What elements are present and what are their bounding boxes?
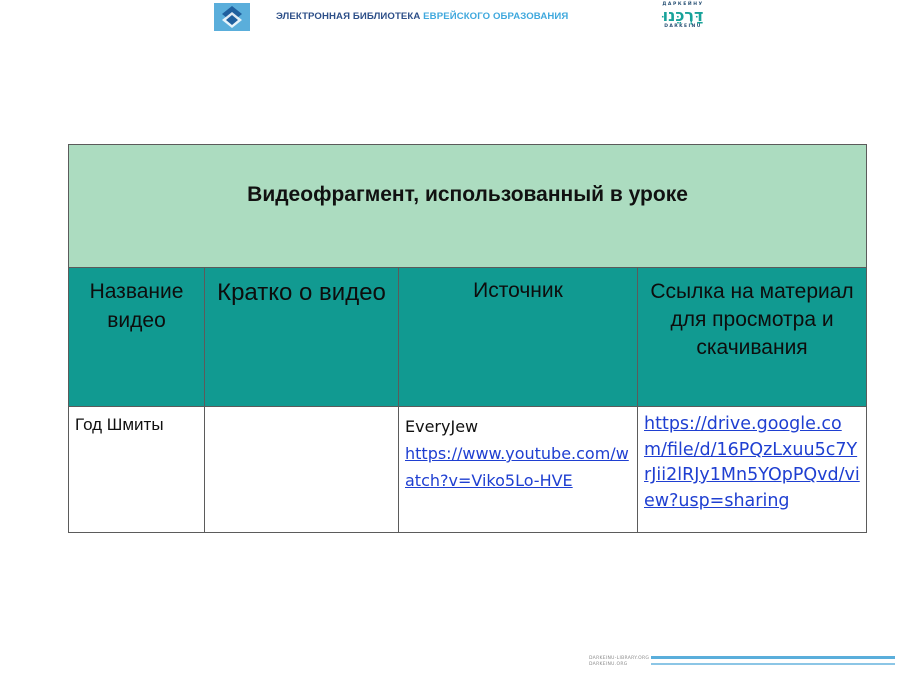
cell-summary [204, 406, 399, 533]
source-name: EveryJew [405, 417, 479, 436]
table-header-row: Название видео Кратко о видео Источник С… [68, 267, 868, 407]
footer-site-text: DARKEINU-LIBRARY.ORG DARKEINU.ORG [589, 656, 649, 668]
table-title: Видеофрагмент, использованный в уроке [247, 183, 688, 206]
cell-video-name: Год Шмиты [68, 406, 205, 533]
darkeinu-logo: ДАРКЕЙНУ דַּרְכֵּנוּ DARKEINU [655, 2, 711, 32]
library-brand-title: ЭЛЕКТРОННАЯ БИБЛИОТЕКА ЕВРЕЙСКОГО ОБРАЗО… [276, 11, 568, 22]
darkeinu-logo-mark: דַּרְכֵּנוּ [662, 6, 704, 25]
brand-part-1: ЭЛЕКТРОННАЯ БИБЛИОТЕКА [276, 11, 421, 22]
brand-part-2: ЕВРЕЙСКОГО ОБРАЗОВАНИЯ [423, 11, 569, 22]
column-header-video-name: Название видео [68, 267, 205, 407]
column-header-source: Источник [398, 267, 638, 407]
column-header-material-link: Ссылка на материал для просмотра и скачи… [636, 267, 868, 407]
source-youtube-link[interactable]: https://www.youtube.com/watch?v=Viko5Lo-… [405, 444, 629, 490]
column-header-summary: Кратко о видео [204, 267, 399, 407]
cell-source: EveryJew https://www.youtube.com/watch?v… [398, 406, 638, 533]
table-row: Год Шмиты EveryJew https://www.youtube.c… [68, 406, 868, 533]
video-table: Видеофрагмент, использованный в уроке На… [67, 144, 868, 533]
table-title-cell: Видеофрагмент, использованный в уроке [67, 144, 868, 268]
cell-material-link: https://drive.google.com/file/d/16PQzLxu… [636, 406, 868, 533]
footer-divider-bottom [651, 663, 895, 665]
material-drive-link[interactable]: https://drive.google.com/file/d/16PQzLxu… [644, 414, 860, 511]
footer-line-2: DARKEINU.ORG [589, 662, 628, 667]
footer-divider-top [651, 656, 895, 659]
library-logo-icon [214, 3, 250, 31]
